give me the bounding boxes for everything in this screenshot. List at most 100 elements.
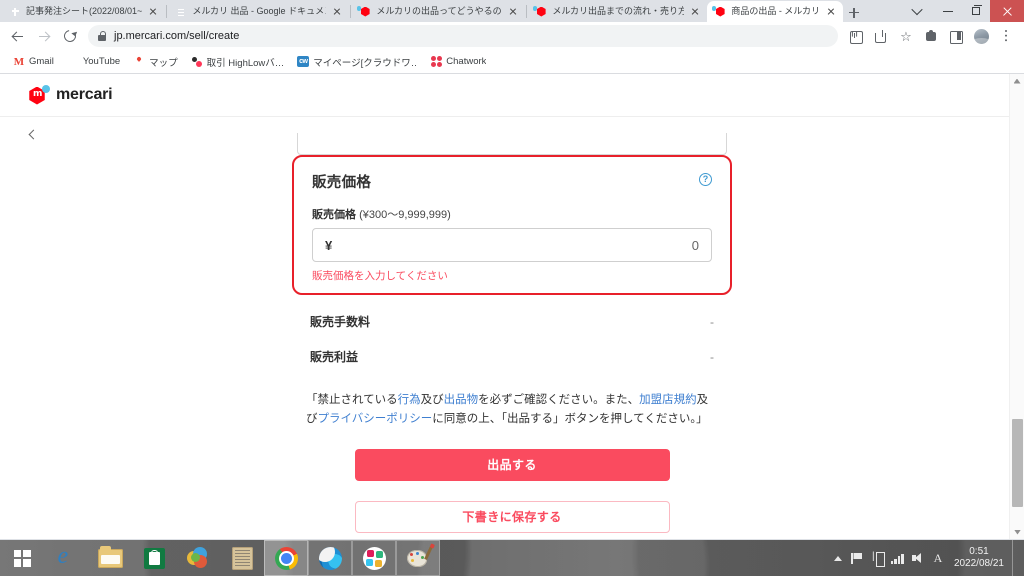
taskbar-file-explorer[interactable] [88, 540, 132, 576]
minimize-button[interactable] [934, 0, 962, 22]
fee-label: 販売利益 [310, 350, 359, 364]
terms-link-prohibited-items[interactable]: 出品物 [444, 394, 479, 406]
browser-tab-2[interactable]: メルカリ 出品 - Google ドキュメン [168, 1, 350, 22]
bookmark-label: マイページ[クラウドワ… [313, 57, 418, 69]
bookmark-button[interactable]: ☆ [894, 24, 918, 48]
browser-tab-3[interactable]: メルカリの出品ってどうやるの？初 [352, 1, 526, 22]
ime-mode-button[interactable] [868, 540, 888, 576]
install-app-button[interactable] [844, 24, 868, 48]
tab-close-button[interactable] [331, 6, 343, 18]
tab-close-button[interactable] [689, 6, 701, 18]
tab-title: 記事発注シート(2022/08/01~ [26, 6, 143, 16]
google-chrome-icon [274, 546, 298, 570]
price-error-message: 販売価格を入力してください [312, 270, 448, 282]
bookmark-gmail[interactable]: M Gmail [8, 55, 59, 69]
mercari-hexagon-logo-icon [28, 84, 50, 106]
browser-tab-5-active[interactable]: 商品の出品 - メルカリ [707, 1, 844, 22]
share-button[interactable] [869, 24, 893, 48]
show-hidden-icons-button[interactable] [828, 540, 848, 576]
reload-button[interactable] [58, 24, 82, 48]
terms-part: 及び [420, 394, 444, 406]
taskbar-clock[interactable]: 0:51 2022/08/21 [948, 546, 1012, 570]
bookmark-crowdworks[interactable]: cw マイページ[クラウドワ… [292, 54, 422, 70]
scroll-down-button[interactable] [1010, 525, 1024, 539]
tab-search-chevron-down-icon[interactable] [900, 0, 934, 22]
notifications-flag-button[interactable] [848, 540, 868, 576]
tab-close-button[interactable] [825, 6, 837, 18]
tab-close-button[interactable] [147, 6, 159, 18]
profile-button[interactable] [969, 24, 993, 48]
bookmark-maps[interactable]: マップ [128, 54, 183, 70]
maximize-restore-button[interactable] [962, 0, 990, 22]
price-input[interactable]: ¥ 0 [312, 228, 712, 262]
bookmark-label: Gmail [29, 56, 54, 67]
section-title: 販売価格 [312, 175, 372, 191]
price-section-highlighted: 販売価格 ? 販売価格 (¥300〜9,999,999) ¥ 0 販売価格を入力… [292, 155, 732, 295]
start-button[interactable] [0, 540, 44, 576]
previous-field-cutoff [297, 133, 727, 155]
youtube-icon [67, 56, 79, 68]
taskbar-paint-3d[interactable] [176, 540, 220, 576]
close-window-button[interactable] [990, 0, 1024, 22]
section-title-row: 販売価格 ? [312, 171, 712, 192]
help-question-icon[interactable]: ? [699, 173, 712, 186]
bookmark-highlow[interactable]: 取引 HighLowバ… [186, 54, 290, 70]
taskbar-app-buttons [44, 540, 440, 576]
google-maps-icon [133, 56, 145, 68]
new-tab-button[interactable] [843, 2, 865, 22]
bookmark-chatwork[interactable]: Chatwork [425, 55, 491, 69]
chatwork-icon [430, 56, 442, 68]
terms-link-merchant-terms[interactable]: 加盟店規約 [639, 394, 697, 406]
mercari-logo[interactable]: mercari [28, 84, 113, 106]
taskbar-slack[interactable] [352, 540, 396, 576]
bookmark-label: Chatwork [446, 56, 487, 67]
forward-button[interactable] [32, 24, 56, 48]
save-draft-button[interactable]: 下書きに保存する [354, 500, 670, 533]
reload-icon [61, 27, 79, 45]
terms-link-privacy-policy[interactable]: プライバシーポリシー [318, 413, 433, 425]
bookmark-label: マップ [149, 57, 178, 69]
terms-part: を必ずご確認ください。また、 [478, 394, 640, 406]
slack-icon [362, 546, 386, 570]
volume-button[interactable] [908, 540, 928, 576]
bookmark-star-icon: ☆ [900, 28, 912, 44]
network-button[interactable] [888, 540, 908, 576]
taskbar-document[interactable] [220, 540, 264, 576]
tab-title: メルカリ出品までの流れ・売り方 - [552, 6, 685, 16]
back-button[interactable] [6, 24, 30, 48]
browser-tab-4[interactable]: メルカリ出品までの流れ・売り方 - [528, 1, 708, 22]
show-desktop-button[interactable] [1012, 540, 1018, 576]
price-field-label-main: 販売価格 [312, 209, 356, 221]
mercari-logo-text: mercari [56, 86, 113, 103]
submit-listing-button[interactable]: 出品する [354, 448, 670, 481]
browser-tab-1[interactable]: 記事発注シート(2022/08/01~ [2, 1, 166, 22]
address-bar[interactable]: jp.mercari.com/sell/create [88, 25, 838, 47]
vertical-scrollbar[interactable] [1009, 74, 1024, 539]
browser-toolbar: jp.mercari.com/sell/create ☆ [0, 22, 1024, 50]
taskbar-microsoft-store[interactable] [132, 540, 176, 576]
chrome-menu-button[interactable] [994, 24, 1018, 48]
taskbar-google-chrome[interactable] [264, 540, 308, 576]
windows-logo-icon [13, 549, 31, 567]
chrome-menu-icon [999, 28, 1013, 44]
terms-link-prohibited-acts[interactable]: 行為 [398, 394, 421, 406]
taskbar-microsoft-edge[interactable] [308, 540, 352, 576]
share-icon [875, 30, 888, 43]
scrollbar-thumb[interactable] [1012, 419, 1023, 507]
taskbar-internet-explorer[interactable] [44, 540, 88, 576]
bookmark-youtube[interactable]: YouTube [62, 55, 125, 69]
extensions-button[interactable] [919, 24, 943, 48]
side-panel-button[interactable] [944, 24, 968, 48]
scroll-up-button[interactable] [1010, 74, 1024, 88]
caret-up-icon [833, 555, 842, 561]
mercari-icon [532, 6, 547, 17]
back-chevron-icon[interactable] [28, 129, 39, 139]
tab-close-button[interactable] [507, 6, 519, 18]
currency-symbol: ¥ [325, 237, 333, 253]
taskbar-paint[interactable] [396, 540, 440, 576]
ime-alpha-button[interactable]: A [928, 540, 948, 576]
extensions-puzzle-icon [925, 29, 938, 43]
toolbar-right-icons: ☆ [844, 24, 1018, 48]
fee-label: 販売手数料 [310, 315, 371, 329]
tab-title: メルカリ 出品 - Google ドキュメン [192, 6, 327, 16]
